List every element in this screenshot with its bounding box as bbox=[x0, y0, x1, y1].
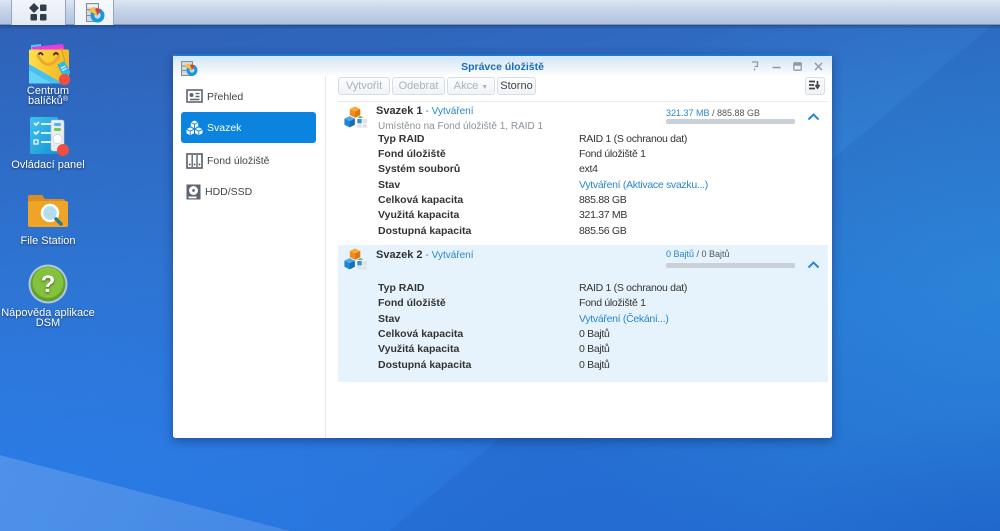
svg-text:?: ? bbox=[41, 271, 56, 298]
